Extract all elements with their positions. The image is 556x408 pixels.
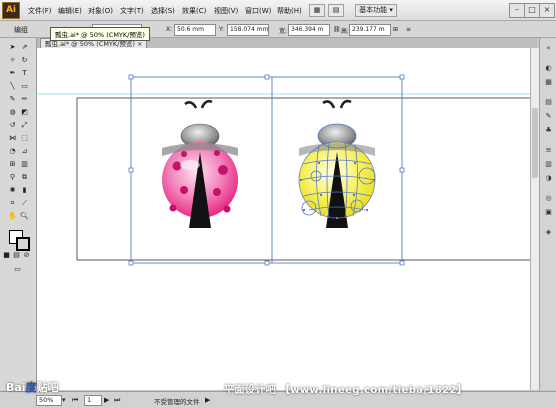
shape-builder-icon[interactable]: ◔	[7, 146, 18, 156]
menu-edit[interactable]: 编辑(E)	[58, 6, 82, 16]
zoom-tool-icon[interactable]: 🔍︎	[19, 211, 30, 221]
color-guide-icon[interactable]: ▦	[543, 78, 554, 87]
w-label: 宽:	[279, 28, 288, 35]
constrain-icon[interactable]: ⛓	[333, 26, 341, 33]
pencil-icon[interactable]: ✏	[19, 94, 30, 104]
menu-bar: Ai 文件(F) 编辑(E) 对象(O) 文字(T) 选择(S) 效果(C) 视…	[0, 0, 556, 21]
options-menu-icon[interactable]: ≡	[406, 26, 411, 33]
x-label: X:	[166, 26, 173, 33]
stroke-swatch[interactable]	[16, 237, 30, 251]
menu-file[interactable]: 文件(F)	[28, 6, 52, 16]
graphic-styles-icon[interactable]: ▣	[543, 208, 554, 217]
maximize-button[interactable]: □	[524, 3, 540, 18]
rotate-tool-icon[interactable]: ↺	[7, 120, 18, 130]
gradient-mode-icon[interactable]: ▤	[12, 250, 21, 260]
menu-effect[interactable]: 效果(C)	[182, 6, 206, 16]
bridge-button[interactable]: ▦	[309, 4, 325, 17]
status-text: 不受管理的文件	[154, 398, 200, 406]
menu-window[interactable]: 窗口(W)	[245, 6, 271, 16]
eyedropper-icon[interactable]: ⚲	[7, 172, 18, 182]
height-field[interactable]: 239.177 m	[349, 24, 391, 36]
color-panel-icon[interactable]: ◐	[543, 64, 554, 73]
panel-dock: « ◐ ▦ ▤ ✎ ♣ ≡ ▥ ◑ ◎ ▣ ◈	[539, 38, 556, 390]
page-field[interactable]: 1	[84, 395, 102, 406]
zoom-dropdown-icon[interactable]: ▾	[62, 396, 66, 404]
x-position-field[interactable]: 50.6 mm	[174, 24, 216, 36]
perspective-grid-icon[interactable]: ⊿	[19, 146, 30, 156]
swatches-panel-icon[interactable]: ▤	[543, 98, 554, 107]
appearance-panel-icon[interactable]: ◎	[543, 194, 554, 203]
close-tab-icon[interactable]: ×	[137, 40, 142, 48]
selection-type-label: 编组	[14, 26, 28, 34]
slice-tool-icon[interactable]: ⟋	[19, 198, 30, 208]
lasso-icon[interactable]: ↻	[19, 55, 30, 65]
h-label: 高:	[341, 28, 350, 35]
selection-tool-icon[interactable]: ➤	[7, 42, 18, 52]
stroke-panel-icon[interactable]: ≡	[543, 146, 554, 155]
layers-panel-icon[interactable]: ◈	[543, 228, 554, 237]
y-position-field[interactable]: 158.074 mm	[227, 24, 269, 36]
scale-tool-icon[interactable]: ⤢	[19, 120, 30, 130]
baidu-watermark: Bai度贴吧	[6, 381, 59, 394]
magic-wand-icon[interactable]: ✧	[7, 55, 18, 65]
color-mode-icon[interactable]: ■	[2, 250, 11, 260]
menu-view[interactable]: 视图(V)	[214, 6, 238, 16]
paintbrush-icon[interactable]: ✎	[7, 94, 18, 104]
site-watermark: 平面设计吧 【www.lineeg.com/tieba/1822】	[224, 385, 468, 396]
highlight	[180, 160, 200, 170]
last-page-icon[interactable]: ⏭	[114, 396, 120, 405]
vertical-scrollbar[interactable]	[530, 48, 539, 390]
arrange-documents-button[interactable]: ▤	[328, 4, 344, 17]
workspace-label: 基本功能	[359, 6, 388, 14]
mesh-tool-icon[interactable]: ⊞	[7, 159, 18, 169]
zoom-select[interactable]: 50%	[36, 395, 62, 406]
line-tool-icon[interactable]: ╲	[7, 81, 18, 91]
document-tooltip: 瓢虫.ai* @ 50% (CMYK/预览)	[50, 27, 150, 41]
symbols-panel-icon[interactable]: ♣	[543, 126, 554, 135]
menu-type[interactable]: 文字(T)	[120, 6, 144, 16]
gradient-panel-icon[interactable]: ▥	[543, 160, 554, 169]
pen-tool-icon[interactable]: ✒	[7, 68, 18, 78]
menu-select[interactable]: 选择(S)	[151, 6, 175, 16]
transform-icon[interactable]: ⊞	[393, 26, 398, 33]
menu-object[interactable]: 对象(O)	[88, 6, 113, 16]
rectangle-tool-icon[interactable]: ▭	[19, 81, 30, 91]
screen-mode-icon[interactable]: ▭	[12, 264, 23, 274]
gradient-tool-icon[interactable]: ▥	[19, 159, 30, 169]
free-transform-icon[interactable]: ⬚	[19, 133, 30, 143]
close-button[interactable]: ×	[539, 3, 555, 18]
width-field[interactable]: 346.394 m	[288, 24, 330, 36]
minimize-button[interactable]: –	[509, 3, 525, 18]
scroll-thumb[interactable]	[532, 108, 538, 178]
y-label: Y:	[219, 26, 224, 33]
brushes-panel-icon[interactable]: ✎	[543, 112, 554, 121]
eraser-icon[interactable]: ◩	[19, 107, 30, 117]
blend-tool-icon[interactable]: ⧉	[19, 172, 30, 182]
artboard-svg	[37, 74, 530, 266]
direct-selection-tool-icon[interactable]: ⇗	[19, 42, 30, 52]
artboard-tool-icon[interactable]: ⌗	[7, 198, 18, 208]
tools-panel: ➤ ⇗ ✧ ↻ ✒ T ╲ ▭ ✎ ✏ ◍ ◩ ↺ ⤢ ⋈ ⬚ ◔ ⊿ ⊞ ▥ …	[0, 38, 37, 390]
collapse-panels-icon[interactable]: «	[543, 44, 554, 53]
next-page-icon[interactable]: ▶	[104, 396, 109, 404]
type-tool-icon[interactable]: T	[19, 68, 30, 78]
document-tab-label: 瓢虫.ai* @ 50% (CMYK/预览)	[45, 40, 135, 48]
symbol-sprayer-icon[interactable]: ✺	[7, 185, 18, 195]
column-graph-icon[interactable]: ▮	[19, 185, 30, 195]
workspace-switcher[interactable]: 基本功能 ▾	[355, 4, 397, 17]
width-tool-icon[interactable]: ⋈	[7, 133, 18, 143]
transparency-panel-icon[interactable]: ◑	[543, 174, 554, 183]
menu-help[interactable]: 帮助(H)	[277, 6, 302, 16]
app-logo: Ai	[2, 2, 20, 19]
canvas[interactable]	[37, 48, 530, 390]
hand-tool-icon[interactable]: ✋	[7, 211, 18, 221]
none-mode-icon[interactable]: ⊘	[22, 250, 31, 260]
blob-brush-icon[interactable]: ◍	[7, 107, 18, 117]
first-page-icon[interactable]: ⏮	[72, 396, 78, 405]
status-menu-icon[interactable]: ▶	[205, 396, 210, 404]
